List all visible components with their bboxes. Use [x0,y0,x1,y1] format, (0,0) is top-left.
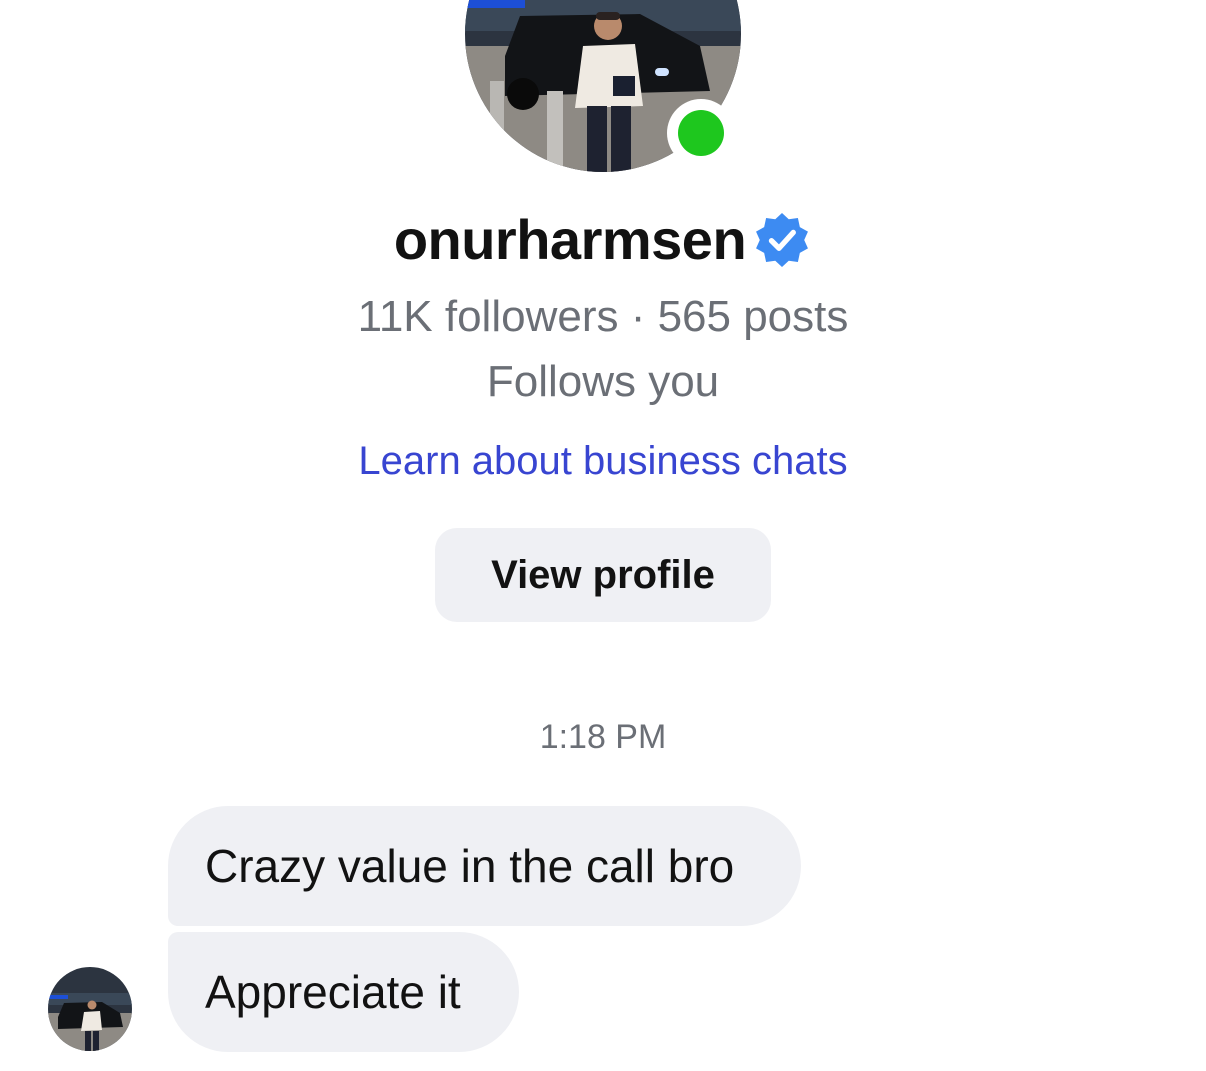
profile-name-row: onurharmsen [0,206,1206,274]
message-text: Crazy value in the call bro [205,840,735,892]
online-status-dot-icon [678,110,724,156]
profile-stats: 11K followers · 565 posts [357,292,849,341]
profile-username[interactable]: onurharmsen [394,206,747,274]
sender-avatar[interactable] [48,967,132,1051]
verified-badge-icon [756,213,809,267]
message-timestamp: 1:18 PM [539,718,667,756]
follows-you-label: Follows you [486,357,720,406]
online-status-ring [667,99,735,167]
chat-screen: onurharmsen 11K followers · 565 posts Fo… [0,0,1206,1071]
message-bubble[interactable]: Crazy value in the call bro [168,806,801,926]
message-bubble[interactable]: Appreciate it [168,932,519,1052]
message-text: Appreciate it [205,966,461,1018]
learn-business-chats-link[interactable]: Learn about business chats [0,436,1206,486]
view-profile-button[interactable]: View profile [435,528,771,622]
sender-avatar-image [48,967,132,1051]
